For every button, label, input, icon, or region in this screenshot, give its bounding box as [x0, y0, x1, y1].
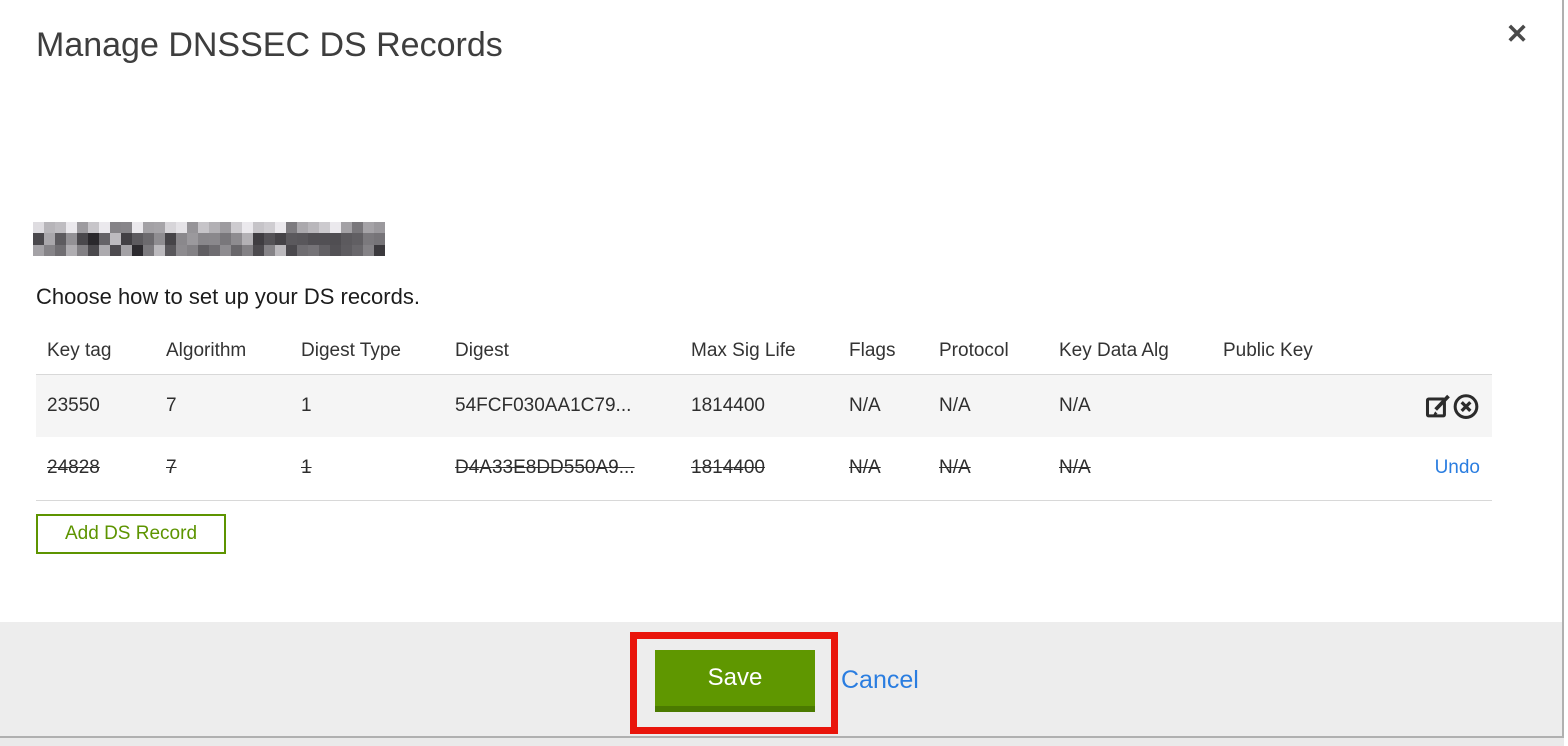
page-title: Manage DNSSEC DS Records: [36, 26, 503, 64]
manage-dnssec-modal: Manage DNSSEC DS Records ✕ Choose how to…: [0, 0, 1564, 738]
cell-protocol: N/A: [928, 437, 1048, 501]
cell-max-sig-life: 1814400: [680, 374, 838, 437]
cell-max-sig-life: 1814400: [680, 437, 838, 501]
cell-key-data-alg: N/A: [1048, 374, 1212, 437]
col-public-key: Public Key: [1212, 330, 1342, 375]
col-key-data-alg: Key Data Alg: [1048, 330, 1212, 375]
col-protocol: Protocol: [928, 330, 1048, 375]
add-ds-record-button[interactable]: Add DS Record: [36, 514, 227, 554]
edit-icon[interactable]: [1424, 392, 1452, 420]
cell-key-tag: 23550: [36, 374, 155, 437]
ds-records-table: Key tag Algorithm Digest Type Digest Max…: [36, 330, 1492, 501]
cell-public-key: [1212, 374, 1342, 437]
table-row: 23550 7 1 54FCF030AA1C79... 1814400 N/A …: [36, 374, 1492, 437]
cell-public-key: [1212, 437, 1342, 501]
cell-actions: [1342, 374, 1492, 437]
col-flags: Flags: [838, 330, 928, 375]
cell-flags: N/A: [838, 437, 928, 501]
cell-digest: D4A33E8DD550A9...: [444, 437, 680, 501]
cell-digest-type: 1: [290, 437, 444, 501]
modal-drop-shadow: [0, 738, 1564, 746]
delete-icon[interactable]: [1452, 392, 1480, 420]
cell-algorithm: 7: [155, 437, 290, 501]
col-digest-type: Digest Type: [290, 330, 444, 375]
col-key-tag: Key tag: [36, 330, 155, 375]
modal-footer: Save Cancel: [0, 622, 1562, 736]
cell-actions: Undo: [1342, 437, 1492, 501]
cell-algorithm: 7: [155, 374, 290, 437]
save-button[interactable]: Save: [655, 650, 815, 712]
cell-key-tag: 24828: [36, 437, 155, 501]
col-actions: [1342, 330, 1492, 375]
col-max-sig-life: Max Sig Life: [680, 330, 838, 375]
cell-protocol: N/A: [928, 374, 1048, 437]
col-algorithm: Algorithm: [155, 330, 290, 375]
cell-key-data-alg: N/A: [1048, 437, 1212, 501]
cell-flags: N/A: [838, 374, 928, 437]
undo-link[interactable]: Undo: [1435, 457, 1480, 478]
table-header-row: Key tag Algorithm Digest Type Digest Max…: [36, 330, 1492, 375]
instruction-text: Choose how to set up your DS records.: [36, 284, 420, 309]
redacted-domain: [33, 222, 385, 256]
close-icon[interactable]: ✕: [1501, 18, 1533, 50]
cell-digest: 54FCF030AA1C79...: [444, 374, 680, 437]
cancel-link[interactable]: Cancel: [841, 666, 919, 695]
table-row-deleted: 24828 7 1 D4A33E8DD550A9... 1814400 N/A …: [36, 437, 1492, 501]
col-digest: Digest: [444, 330, 680, 375]
cell-digest-type: 1: [290, 374, 444, 437]
